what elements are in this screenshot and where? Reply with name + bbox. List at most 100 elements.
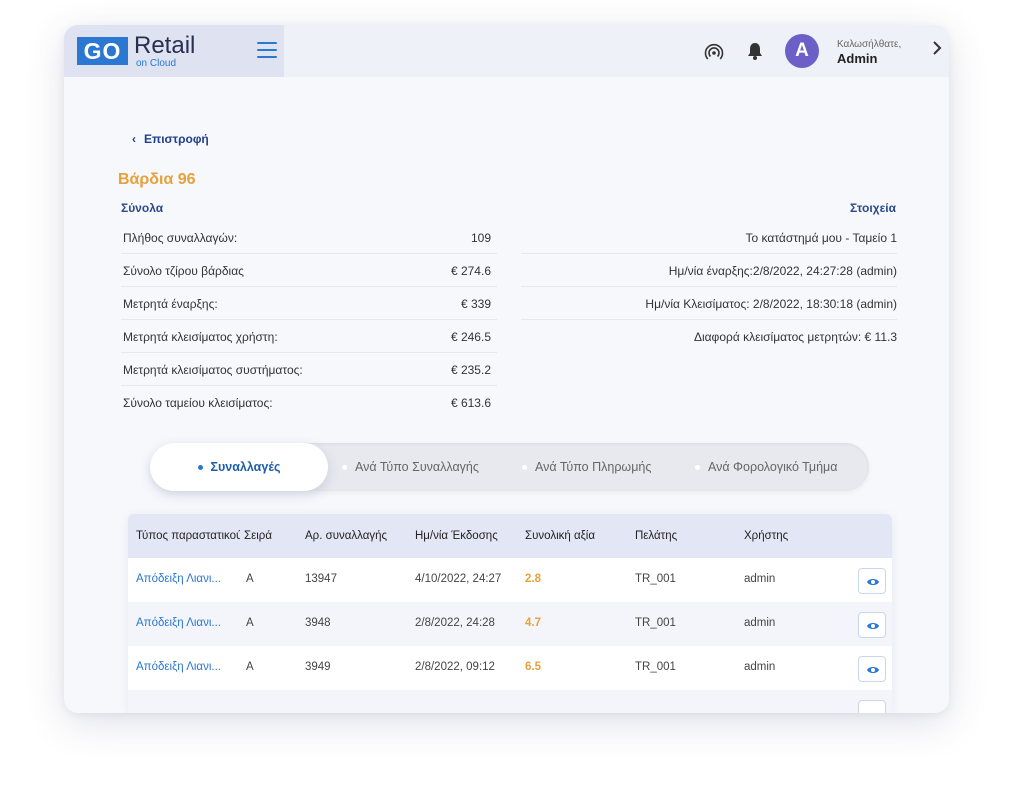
date-cell: 4/10/2022, 24:27: [415, 573, 502, 585]
series-cell: A: [246, 573, 254, 585]
tab-label: Ανά Τύπο Συναλλαγής: [355, 460, 479, 474]
tab-bar: Συναλλαγές Ανά Τύπο Συναλλαγής Ανά Τύπο …: [150, 443, 869, 491]
column-header[interactable]: Πελάτης: [635, 530, 677, 542]
totals-label: Πλήθος συναλλαγών:: [123, 231, 238, 245]
totals-row: Μετρητά κλεισίματος χρήστη: € 246.5: [121, 321, 497, 353]
tab-label: Ανά Τύπο Πληρωμής: [535, 460, 652, 474]
column-header[interactable]: Χρήστης: [744, 530, 788, 542]
tab-label: Συναλλαγές: [210, 460, 281, 474]
table-row: Απόδειξη Λιανι... A 13947 4/10/2022, 24:…: [128, 558, 892, 602]
details-text: Ημ/νία έναρξης:2/8/2022, 24:27:28 (admin…: [668, 264, 897, 278]
details-row: Το κατάστημά μου - Ταμείο 1: [521, 222, 897, 254]
top-bar: GO Retail on Cloud A Καλωσήλθατε, Admin: [64, 25, 949, 77]
document-type-link[interactable]: Απόδειξη Λιανι...: [136, 617, 221, 629]
view-button[interactable]: [858, 612, 886, 638]
totals-value: € 235.2: [450, 363, 491, 377]
wifi-icon[interactable]: [704, 42, 724, 62]
hamburger-icon[interactable]: [257, 42, 277, 58]
customer-cell: TR_001: [635, 573, 676, 585]
tab-by-payment-type[interactable]: Ανά Τύπο Πληρωμής: [522, 443, 651, 491]
document-type-link[interactable]: Απόδειξη Λιανι...: [136, 661, 221, 673]
totals-label: Σύνολο τζίρου βάρδιας: [123, 264, 244, 278]
eye-icon: [867, 667, 879, 673]
username: Admin: [837, 51, 878, 66]
user-cell: admin: [744, 617, 776, 629]
bell-icon[interactable]: [746, 41, 764, 61]
view-button[interactable]: [858, 700, 886, 713]
totals-label: Μετρητά κλεισίματος συστήματος:: [123, 363, 303, 377]
total-cell: 4.7: [525, 617, 541, 629]
table-row: Απόδειξη Λιανι... A 3948 2/8/2022, 24:28…: [128, 602, 892, 646]
customer-cell: TR_001: [635, 661, 676, 673]
app-window: GO Retail on Cloud A Καλωσήλθατε, Admin …: [64, 25, 949, 713]
totals-label: Μετρητά κλεισίματος χρήστη:: [123, 330, 278, 344]
dot-icon: [197, 465, 203, 471]
totals-label: Σύνολο ταμείου κλεισίματος:: [123, 396, 273, 410]
view-button[interactable]: [858, 656, 886, 682]
customer-cell: TR_001: [635, 617, 676, 629]
date-cell: 2/8/2022, 09:12: [415, 661, 495, 673]
details-row: Ημ/νία Κλεισίματος: 2/8/2022, 18:30:18 (…: [521, 288, 897, 320]
logo-retail: Retail: [134, 32, 196, 59]
chevron-right-icon[interactable]: [932, 41, 942, 60]
table-header: Τύπος παραστατικού Σειρά Αρ. συναλλαγής …: [128, 514, 892, 558]
totals-value: 109: [470, 231, 491, 245]
table-row: Απόδειξη Λιανι... A 3949 2/8/2022, 09:12…: [128, 646, 892, 690]
totals-row: Μετρητά έναρξης: € 339: [121, 288, 497, 320]
details-row: Ημ/νία έναρξης:2/8/2022, 24:27:28 (admin…: [521, 255, 897, 287]
series-cell: A: [246, 661, 254, 673]
welcome-text: Καλωσήλθατε,: [837, 39, 902, 50]
number-cell: 13947: [305, 573, 337, 585]
tab-by-tax-department[interactable]: Ανά Φορολογικό Τμήμα: [695, 443, 837, 491]
totals-value: € 274.6: [450, 264, 491, 278]
avatar[interactable]: A: [785, 34, 819, 68]
totals-label: Μετρητά έναρξης:: [123, 297, 218, 311]
details-text: Ημ/νία Κλεισίματος: 2/8/2022, 18:30:18 (…: [645, 297, 897, 311]
user-cell: admin: [744, 661, 776, 673]
dot-icon: [342, 465, 347, 471]
totals-row: Μετρητά κλεισίματος συστήματος: € 235.2: [121, 354, 497, 386]
details-heading: Στοιχεία: [850, 201, 896, 215]
number-cell: 3948: [305, 617, 331, 629]
table-row-partial: [128, 690, 892, 713]
page: GO Retail on Cloud A Καλωσήλθατε, Admin …: [0, 0, 1024, 803]
totals-row: Σύνολο τζίρου βάρδιας € 274.6: [121, 255, 497, 287]
details-text: Το κατάστημά μου - Ταμείο 1: [745, 231, 897, 245]
eye-icon: [867, 579, 879, 585]
totals-row: Σύνολο ταμείου κλεισίματος: € 613.6: [121, 387, 497, 419]
back-label: Επιστροφή: [144, 132, 209, 146]
column-header[interactable]: Αρ. συναλλαγής: [305, 530, 387, 542]
totals-row: Πλήθος συναλλαγών: 109: [121, 222, 497, 254]
column-header[interactable]: Τύπος παραστατικού: [136, 530, 240, 542]
logo-subtitle: on Cloud: [136, 58, 177, 69]
transactions-table: Τύπος παραστατικού Σειρά Αρ. συναλλαγής …: [128, 514, 892, 713]
column-header[interactable]: Ημ/νία Έκδοσης: [415, 530, 498, 542]
totals-value: € 613.6: [450, 396, 491, 410]
totals-value: € 339: [460, 297, 491, 311]
tab-transactions[interactable]: Συναλλαγές: [150, 443, 328, 491]
column-header[interactable]: Σειρά: [244, 530, 272, 542]
totals-heading: Σύνολα: [121, 201, 164, 215]
total-cell: 2.8: [525, 573, 541, 585]
totals-value: € 246.5: [450, 330, 491, 344]
logo-go: GO: [77, 37, 128, 65]
column-header[interactable]: Συνολική αξία: [525, 530, 595, 542]
tab-by-transaction-type[interactable]: Ανά Τύπο Συναλλαγής: [342, 443, 479, 491]
document-type-link[interactable]: Απόδειξη Λιανι...: [136, 573, 221, 585]
chevron-left-icon: ‹: [132, 132, 136, 146]
eye-icon: [867, 623, 879, 629]
number-cell: 3949: [305, 661, 331, 673]
brand-area: GO Retail on Cloud: [64, 25, 284, 77]
back-link[interactable]: ‹ Επιστροφή: [132, 132, 209, 146]
total-cell: 6.5: [525, 661, 541, 673]
details-row: Διαφορά κλεισίματος μετρητών: € 11.3: [521, 321, 897, 353]
dot-icon: [522, 465, 527, 471]
view-button[interactable]: [858, 568, 886, 594]
details-text: Διαφορά κλεισίματος μετρητών: € 11.3: [693, 330, 897, 344]
user-cell: admin: [744, 573, 776, 585]
date-cell: 2/8/2022, 24:28: [415, 617, 495, 629]
dot-icon: [695, 465, 700, 471]
tab-label: Ανά Φορολογικό Τμήμα: [708, 460, 838, 474]
series-cell: A: [246, 617, 254, 629]
page-title: Βάρδια 96: [118, 171, 196, 188]
